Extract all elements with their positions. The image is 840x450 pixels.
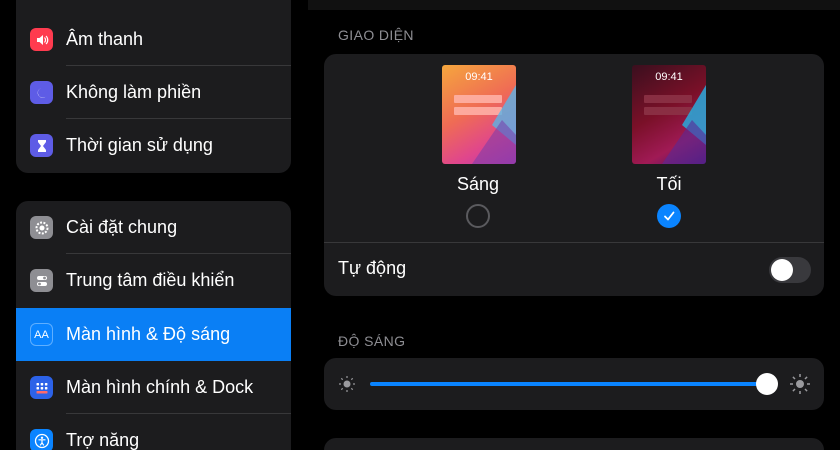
- slider-knob[interactable]: [756, 373, 778, 395]
- light-mode-preview: 09:41: [442, 65, 516, 164]
- dark-label: Tối: [656, 174, 682, 194]
- toggle-knob: [771, 259, 793, 281]
- app-grid-icon: [30, 376, 53, 399]
- sidebar-item-do-not-disturb[interactable]: Không làm phiền: [16, 66, 291, 119]
- speaker-icon: [30, 28, 53, 51]
- sidebar-item-label: Cài đặt chung: [66, 217, 178, 237]
- sidebar-item-sound[interactable]: Âm thanh: [16, 13, 291, 66]
- dark-appearance-option[interactable]: 09:41 Tối: [609, 54, 729, 239]
- sidebar-group-1: Âm thanh Không làm phiền Thời gian sử dụ…: [16, 0, 291, 173]
- brightness-slider[interactable]: [370, 372, 778, 396]
- appearance-card: 09:41 Sáng 09:41 Tối Tự động: [324, 54, 824, 296]
- sidebar-item-control-center[interactable]: Trung tâm điều khiển: [16, 254, 291, 307]
- light-radio-unselected[interactable]: [466, 204, 490, 228]
- nav-bar-edge: [308, 0, 840, 10]
- brightness-section-title: ĐỘ SÁNG: [338, 333, 406, 349]
- automatic-label: Tự động: [338, 258, 407, 278]
- sidebar-item-label: Màn hình & Độ sáng: [66, 324, 231, 344]
- light-appearance-option[interactable]: 09:41 Sáng: [418, 54, 538, 239]
- sidebar-group-2: Cài đặt chung Trung tâm điều khiển AA Mà…: [16, 201, 291, 450]
- automatic-toggle[interactable]: [769, 257, 811, 283]
- text-size-icon: AA: [30, 323, 53, 346]
- sidebar-item-label: Không làm phiền: [66, 82, 202, 102]
- dark-mode-preview: 09:41: [632, 65, 706, 164]
- sidebar-item-home-screen-dock[interactable]: Màn hình chính & Dock: [16, 361, 291, 414]
- sidebar-item-accessibility[interactable]: Trợ năng: [16, 414, 291, 450]
- sidebar-item-screen-time[interactable]: Thời gian sử dụng: [16, 119, 291, 172]
- slider-fill: [370, 382, 767, 386]
- sun-small-icon: [339, 376, 355, 392]
- toggles-icon: [30, 269, 53, 292]
- sidebar-item-label: Thời gian sử dụng: [66, 135, 213, 155]
- automatic-row: Tự động: [324, 243, 824, 296]
- sun-large-icon: [790, 374, 810, 394]
- sidebar-item-display-brightness[interactable]: AA Màn hình & Độ sáng: [16, 308, 291, 361]
- sidebar-item-label: Trợ năng: [66, 430, 140, 450]
- settings-sidebar: Âm thanh Không làm phiền Thời gian sử dụ…: [0, 0, 308, 450]
- sidebar-item-label: Màn hình chính & Dock: [66, 377, 254, 397]
- sidebar-item-label: Trung tâm điều khiển: [66, 270, 235, 290]
- sidebar-item-label: Âm thanh: [66, 29, 144, 49]
- appearance-section-title: GIAO DIỆN: [338, 27, 414, 43]
- checkmark-icon: [664, 211, 675, 221]
- gear-icon: [30, 216, 53, 239]
- moon-icon: [30, 81, 53, 104]
- accessibility-icon: [30, 429, 53, 450]
- hourglass-icon: [30, 134, 53, 157]
- dark-radio-selected[interactable]: [657, 204, 681, 228]
- light-label: Sáng: [456, 174, 500, 194]
- brightness-card: [324, 358, 824, 410]
- next-section-card: [324, 438, 824, 450]
- sidebar-item-general[interactable]: Cài đặt chung: [16, 201, 291, 254]
